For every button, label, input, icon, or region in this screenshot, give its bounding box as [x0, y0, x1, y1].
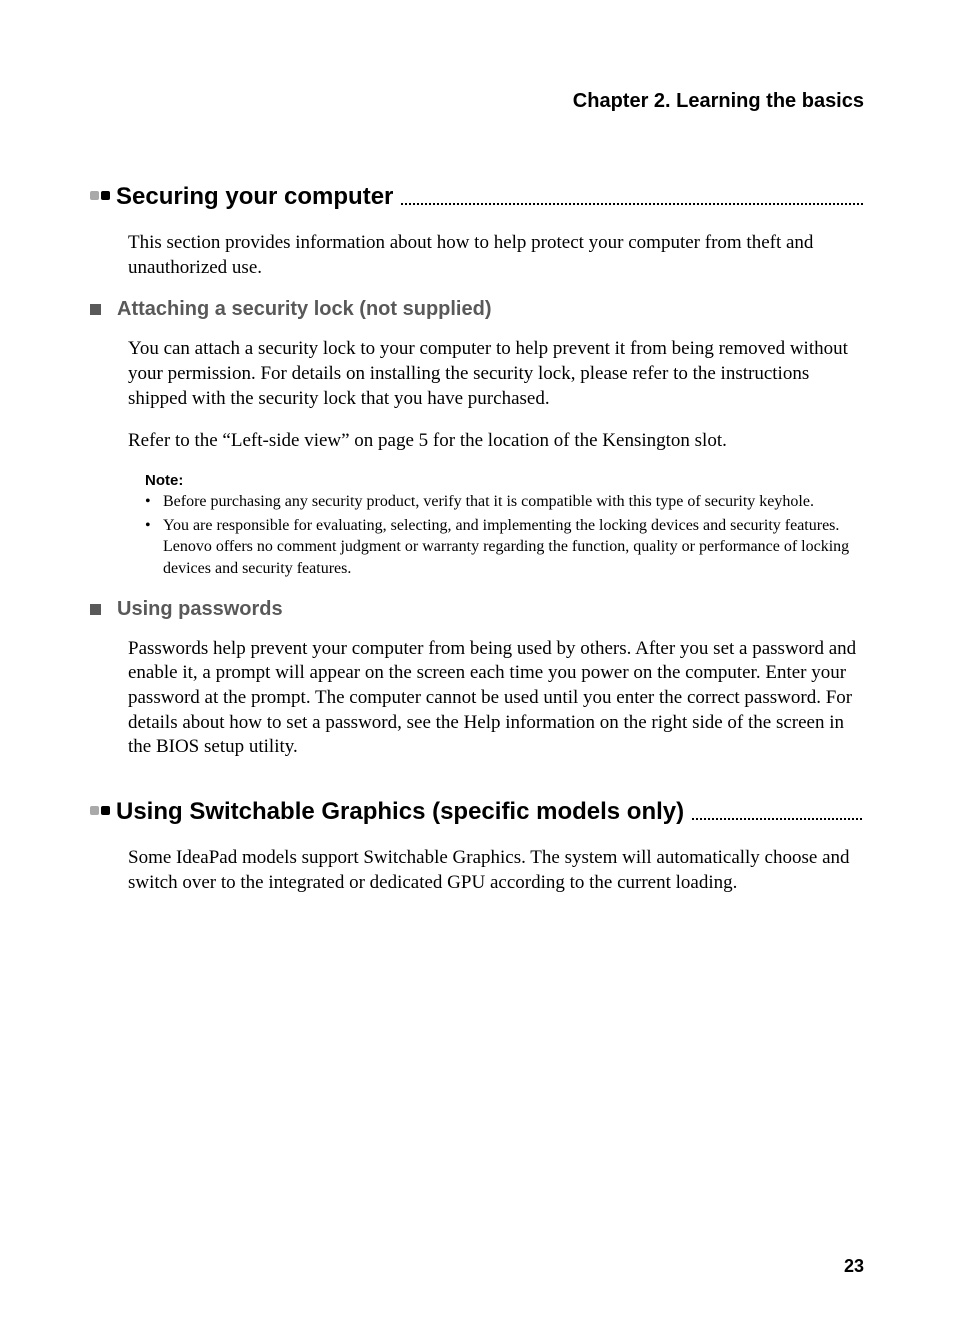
section-title: Securing your computer [116, 183, 393, 211]
note-text: Before purchasing any security product, … [163, 491, 814, 513]
chapter-header: Chapter 2. Learning the basics [90, 90, 864, 113]
intro-paragraph: This section provides information about … [128, 231, 864, 280]
sub-heading-title: Attaching a security lock (not supplied) [117, 298, 492, 321]
sub-heading-passwords: Using passwords [90, 598, 864, 621]
body-paragraph: Passwords help prevent your computer fro… [128, 637, 864, 760]
section-title: Using Switchable Graphics (specific mode… [116, 798, 684, 826]
sub-heading-title: Using passwords [117, 598, 283, 621]
body-paragraph: Some IdeaPad models support Switchable G… [128, 846, 864, 895]
bullet-icon: • [145, 491, 163, 513]
note-item: • Before purchasing any security product… [145, 491, 854, 513]
note-block: Note: • Before purchasing any security p… [145, 472, 854, 579]
page-number: 23 [844, 1256, 864, 1277]
bullet-squares-icon [90, 803, 116, 821]
bullet-icon: • [145, 515, 163, 580]
section-heading-securing: Securing your computer [90, 183, 864, 211]
note-item: • You are responsible for evaluating, se… [145, 515, 854, 580]
divider-line [401, 203, 864, 205]
note-text: You are responsible for evaluating, sele… [163, 515, 854, 580]
section-heading-graphics: Using Switchable Graphics (specific mode… [90, 798, 864, 826]
note-label: Note: [145, 472, 854, 489]
bullet-squares-icon [90, 188, 116, 206]
body-paragraph: You can attach a security lock to your c… [128, 337, 864, 411]
square-bullet-icon [90, 304, 101, 315]
sub-heading-security-lock: Attaching a security lock (not supplied) [90, 298, 864, 321]
square-bullet-icon [90, 604, 101, 615]
divider-line [692, 818, 864, 820]
body-paragraph: Refer to the “Left-side view” on page 5 … [128, 429, 864, 454]
